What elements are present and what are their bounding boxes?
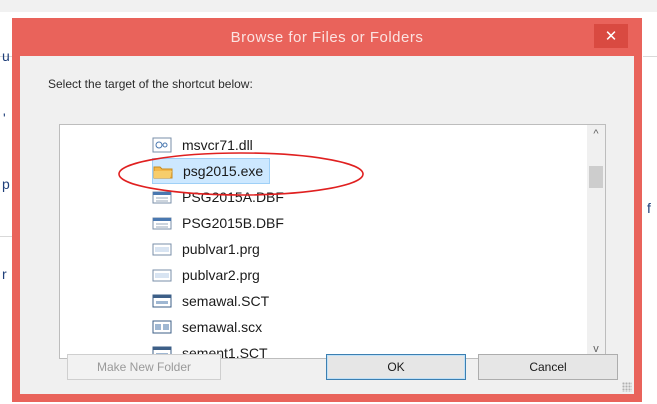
background-text: u xyxy=(2,48,10,64)
tree-item-label: publvar1.prg xyxy=(182,241,260,257)
prg-file-icon xyxy=(152,269,172,282)
background-top-strip xyxy=(0,0,657,12)
tree-item-label: PSG2015B.DBF xyxy=(182,215,284,231)
tree-item[interactable]: publvar2.prg xyxy=(152,262,260,288)
tree-item[interactable]: semawal.SCT xyxy=(152,288,269,314)
cancel-button[interactable]: Cancel xyxy=(478,354,618,380)
background-divider xyxy=(643,56,657,57)
sct-file-icon xyxy=(152,294,172,308)
scx-file-icon xyxy=(152,320,172,334)
background-text: p xyxy=(2,176,10,192)
tree-item[interactable]: publvar1.prg xyxy=(152,236,260,262)
ok-button[interactable]: OK xyxy=(326,354,466,380)
background-text: r xyxy=(2,266,7,282)
tree-item[interactable]: semawal.scx xyxy=(152,314,262,340)
background-text: ' xyxy=(3,110,6,126)
dialog-body: Select the target of the shortcut below:… xyxy=(20,56,634,394)
cancel-label: Cancel xyxy=(529,360,567,374)
tree-item-label: semawal.SCT xyxy=(182,293,270,309)
ok-label: OK xyxy=(387,360,405,374)
background-divider xyxy=(0,236,12,237)
tree-item-label: semawal.scx xyxy=(182,319,263,335)
background-text: f xyxy=(647,200,651,216)
tree-item-label: publvar2.prg xyxy=(182,267,260,283)
make-new-folder-button[interactable]: Make New Folder xyxy=(67,354,221,380)
scroll-thumb[interactable] xyxy=(589,166,603,188)
annotation-ellipse xyxy=(118,152,364,196)
tree-item[interactable]: PSG2015B.DBF xyxy=(152,210,284,236)
dialog-title-bar[interactable]: Browse for Files or Folders ✕ xyxy=(12,18,642,56)
chevron-up-icon: ^ xyxy=(593,128,599,140)
dbf-file-icon xyxy=(152,217,172,230)
close-icon: ✕ xyxy=(604,28,618,45)
browse-dialog: Browse for Files or Folders ✕ Select the… xyxy=(12,18,642,402)
scroll-up-button[interactable]: ^ xyxy=(587,125,605,143)
instruction-text: Select the target of the shortcut below: xyxy=(48,77,253,91)
prg-file-icon xyxy=(152,243,172,256)
resize-grip[interactable] xyxy=(622,382,632,392)
dialog-title: Browse for Files or Folders xyxy=(230,28,424,46)
make-new-folder-label: Make New Folder xyxy=(96,360,192,374)
close-button[interactable]: ✕ xyxy=(594,24,628,48)
vertical-scrollbar[interactable]: ^ v xyxy=(587,125,605,358)
